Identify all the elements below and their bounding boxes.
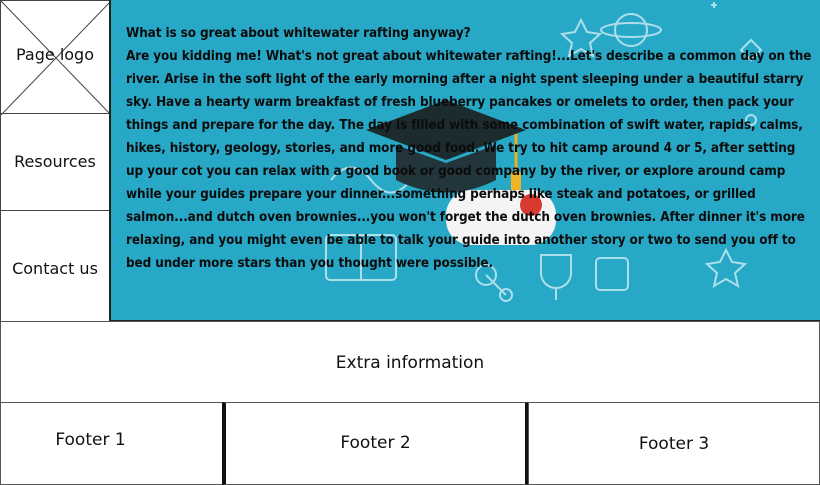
- footer-3: Footer 3: [528, 402, 820, 485]
- sidebar-item-label: Contact us: [12, 259, 98, 278]
- footer-2-label: Footer 2: [340, 433, 411, 453]
- sidebar-item-contact-us[interactable]: Contact us: [0, 210, 110, 322]
- extra-information-section: Extra information: [0, 321, 820, 403]
- footer-3-label: Footer 3: [638, 434, 710, 454]
- footer-1: Footer 1: [0, 402, 223, 485]
- extra-information-label: Extra information: [335, 353, 485, 373]
- page-logo-label: Page logo: [16, 45, 94, 64]
- article-text: What is so great about whitewater raftin…: [126, 22, 816, 275]
- footer-1-label: Footer 1: [55, 430, 126, 450]
- article-heading: What is so great about whitewater raftin…: [126, 26, 471, 41]
- article-body: Are you kidding me! What's not great abo…: [126, 49, 812, 271]
- sidebar-item-label: Resources: [14, 152, 96, 171]
- sidebar-item-resources[interactable]: Resources: [0, 113, 110, 211]
- main-content-banner: What is so great about whitewater raftin…: [109, 0, 820, 322]
- footer-2: Footer 2: [222, 402, 529, 485]
- page-logo[interactable]: Page logo: [0, 0, 111, 115]
